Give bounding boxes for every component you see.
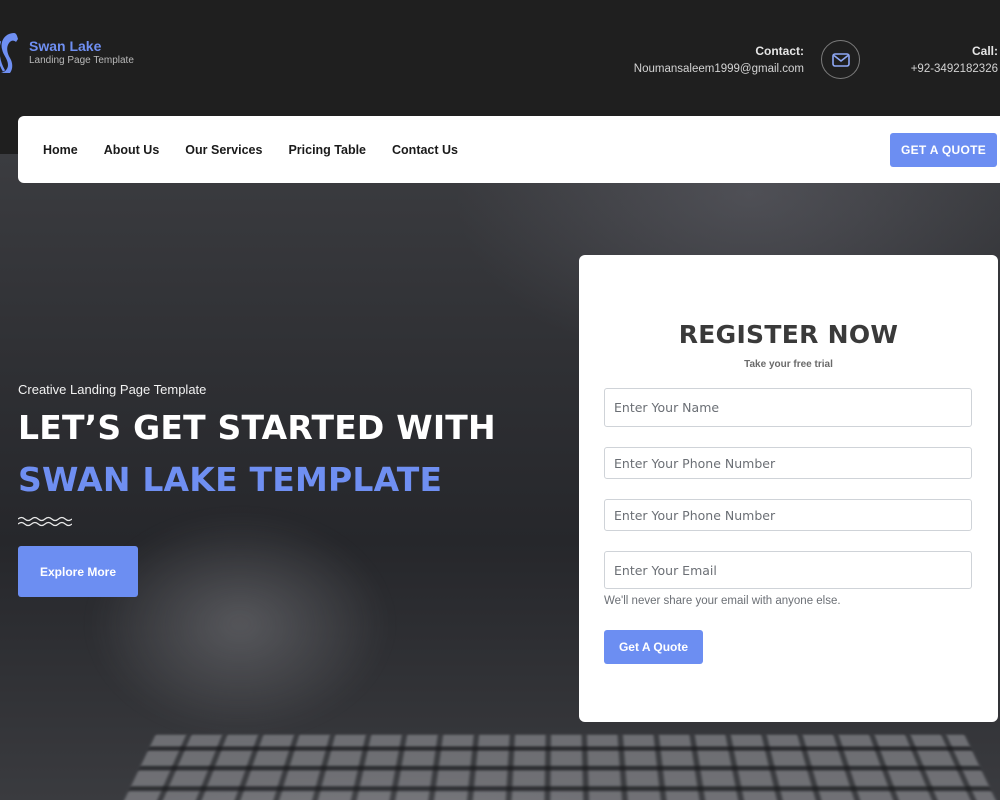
main-navigation: Home About Us Our Services Pricing Table…: [18, 116, 1000, 183]
nav-links: Home About Us Our Services Pricing Table…: [43, 116, 458, 183]
hero-headline-accent: SWAN LAKE TEMPLATE: [18, 460, 443, 499]
contact-email-block: Contact: Noumansaleem1999@gmail.com: [634, 44, 804, 75]
wave-lines-icon: [18, 516, 72, 527]
nav-item-contact-us[interactable]: Contact Us: [392, 143, 458, 157]
hero-headline: LET’S GET STARTED WITH: [18, 408, 496, 447]
nav-item-our-services[interactable]: Our Services: [185, 143, 262, 157]
get-a-quote-submit-button[interactable]: Get A Quote: [604, 630, 703, 664]
keyboard-background-image: [110, 734, 1000, 800]
contact-email[interactable]: Noumansaleem1999@gmail.com: [634, 63, 804, 75]
call-label: Call:: [971, 44, 998, 58]
register-subtitle: Take your free trial: [744, 359, 833, 370]
phone-input-1[interactable]: [604, 447, 972, 479]
call-number[interactable]: +92-3492182326: [911, 63, 998, 75]
nav-item-home[interactable]: Home: [43, 143, 78, 157]
get-a-quote-button[interactable]: GET A QUOTE: [890, 133, 997, 167]
name-input[interactable]: [604, 388, 972, 427]
nav-item-pricing-table[interactable]: Pricing Table: [288, 143, 366, 157]
mail-icon-circle[interactable]: [821, 40, 860, 79]
explore-more-button[interactable]: Explore More: [18, 546, 138, 597]
email-help-text: We'll never share your email with anyone…: [604, 595, 841, 607]
brand-tagline: Landing Page Template: [29, 55, 134, 66]
brand-name: Swan Lake: [29, 38, 102, 54]
contact-label: Contact:: [755, 44, 804, 58]
swan-logo-icon: [0, 33, 18, 73]
contact-call-block: Call: +92-3492182326: [911, 44, 998, 75]
mail-icon: [831, 52, 850, 67]
hero-subtitle: Creative Landing Page Template: [18, 382, 207, 397]
email-input[interactable]: [604, 551, 972, 589]
register-title: REGISTER NOW: [678, 320, 899, 349]
register-form-card: REGISTER NOW Take your free trial We'll …: [579, 255, 998, 722]
phone-input-2[interactable]: [604, 499, 972, 531]
nav-item-about-us[interactable]: About Us: [104, 143, 160, 157]
